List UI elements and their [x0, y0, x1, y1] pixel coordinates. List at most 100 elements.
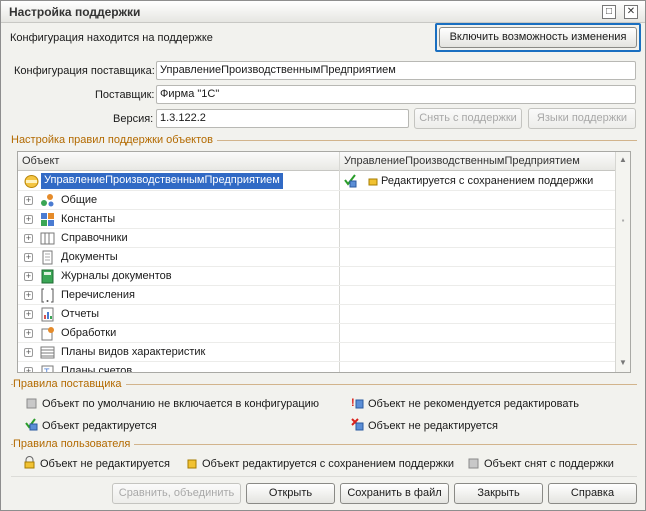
vendor-config-field[interactable]: УправлениеПроизводственнымПредприятием — [156, 61, 636, 80]
maximize-button[interactable]: □ — [602, 5, 616, 19]
compare-merge-button[interactable]: Сравнить, объединить — [112, 483, 241, 504]
legend-text: Объект не рекомендуется редактировать — [368, 398, 580, 410]
remove-support-button[interactable]: Снять с поддержки — [414, 108, 522, 129]
editable-check-icon — [344, 174, 357, 188]
legend-text: Объект редактируется с сохранением подде… — [202, 458, 454, 470]
tree-root-name[interactable]: УправлениеПроизводственнымПредприятием — [41, 173, 283, 189]
open-button[interactable]: Открыть — [246, 483, 335, 504]
tree-row-journals[interactable]: + Журналы документов — [18, 267, 616, 286]
tree-row-documents[interactable]: + Документы — [18, 248, 616, 267]
legend-text: Объект не редактируется — [40, 458, 170, 470]
tree-row-catalogs[interactable]: + Справочники — [18, 229, 616, 248]
legend-text: Объект по умолчанию не включается в конф… — [42, 398, 320, 410]
version-field[interactable]: 1.3.122.2 — [156, 109, 409, 128]
tree-item-label: Константы — [61, 213, 116, 225]
expand-icon[interactable]: + — [24, 272, 33, 281]
expand-icon[interactable]: + — [24, 310, 33, 319]
constants-icon — [41, 213, 54, 226]
tree-row-root[interactable]: УправлениеПроизводственнымПредприятием Р… — [18, 172, 616, 191]
legend-user-editable-support: Объект редактируется с сохранением подде… — [185, 456, 454, 470]
tree-item-label: Перечисления — [61, 289, 135, 301]
tree-header: Объект УправлениеПроизводственнымПредпри… — [18, 152, 616, 171]
expand-icon[interactable]: + — [24, 291, 33, 300]
rules-group-caption: Настройка правил поддержки объектов — [11, 134, 217, 146]
legend-user-not-editable: Объект не редактируется — [23, 456, 170, 470]
tree-item-label: Справочники — [61, 232, 128, 244]
tree-row-chart-types[interactable]: + Планы видов характеристик — [18, 343, 616, 362]
processing-icon — [41, 327, 54, 341]
documents-icon — [42, 250, 53, 265]
support-rules-tree[interactable]: Объект УправлениеПроизводственнымПредпри… — [17, 151, 631, 373]
version-label: Версия: — [113, 113, 154, 125]
legend-not-editable: Объект не редактируется — [351, 418, 498, 432]
save-to-file-button[interactable]: Сохранить в файл — [340, 483, 449, 504]
support-status-text: Конфигурация находится на поддержке — [10, 32, 213, 44]
bottom-divider — [11, 476, 637, 477]
warning-cube-icon: ! — [351, 397, 364, 409]
gray-cube-icon — [468, 458, 479, 469]
reports-icon — [41, 307, 54, 322]
title-bar: Настройка поддержки □ ✕ — [1, 1, 645, 23]
support-lock-icon — [368, 178, 378, 186]
vendor-config-label: Конфигурация поставщика: — [14, 65, 155, 77]
expand-icon[interactable]: + — [24, 253, 33, 262]
tree-vertical-scrollbar[interactable]: ▲ ▪ ▼ — [615, 152, 630, 372]
vendor-label: Поставщик: — [95, 89, 155, 101]
expand-icon[interactable]: + — [24, 329, 33, 338]
tree-row-processing[interactable]: + Обработки — [18, 324, 616, 343]
root-rule-text: Редактируется с сохранением поддержки — [381, 175, 594, 187]
legend-not-recommended: ! Объект не рекомендуется редактировать — [351, 396, 579, 410]
close-button[interactable]: Закрыть — [454, 483, 543, 504]
vendor-rules-caption: Правила поставщика — [13, 378, 126, 390]
tree-item-label: Общие — [61, 194, 98, 206]
catalogs-icon — [40, 232, 55, 245]
common-icon — [41, 194, 54, 207]
close-window-button[interactable]: ✕ — [624, 5, 638, 19]
tree-row-constants[interactable]: + Константы — [18, 210, 616, 229]
scroll-down-icon[interactable]: ▼ — [618, 358, 628, 367]
journals-icon — [41, 269, 54, 284]
user-rules-caption: Правила пользователя — [13, 438, 135, 450]
svg-text:!: ! — [351, 397, 355, 409]
accounts-icon: Т — [41, 365, 54, 373]
enums-icon — [41, 288, 54, 303]
window-title: Настройка поддержки — [9, 5, 141, 19]
expand-icon[interactable]: + — [24, 196, 33, 205]
editable-check-icon — [25, 418, 38, 431]
tree-item-label: Отчеты — [61, 308, 100, 320]
tree-item-label: Планы счетов — [61, 365, 133, 373]
legend-user-removed: Объект снят с поддержки — [467, 456, 614, 470]
not-editable-cross-icon — [351, 418, 364, 431]
support-lock-icon — [187, 459, 197, 469]
scroll-thumb-grip-icon[interactable]: ▪ — [618, 216, 628, 225]
expand-icon[interactable]: + — [24, 367, 33, 372]
lock-icon — [24, 456, 35, 469]
tree-item-label: Планы видов характеристик — [61, 346, 206, 358]
support-settings-window: Настройка поддержки □ ✕ Конфигурация нах… — [0, 0, 646, 511]
legend-not-included: Объект по умолчанию не включается в конф… — [25, 396, 319, 410]
tree-row-enums[interactable]: + Перечисления — [18, 286, 616, 305]
expand-icon[interactable]: + — [24, 215, 33, 224]
gray-cube-icon — [26, 398, 37, 409]
scroll-up-icon[interactable]: ▲ — [618, 155, 628, 164]
svg-text:Т: Т — [44, 367, 50, 373]
config-root-icon — [24, 175, 39, 188]
legend-text: Объект не редактируется — [368, 420, 498, 432]
enable-changes-button[interactable]: Включить возможность изменения — [439, 27, 637, 48]
legend-text: Объект редактируется — [42, 420, 157, 432]
tree-item-label: Документы — [61, 251, 118, 263]
tree-row-accounts[interactable]: + Т Планы счетов — [18, 362, 616, 373]
tree-item-label: Обработки — [61, 327, 117, 339]
tree-row-reports[interactable]: + Отчеты — [18, 305, 616, 324]
legend-editable: Объект редактируется — [25, 418, 157, 432]
column-header-object[interactable]: Объект — [22, 155, 59, 167]
expand-icon[interactable]: + — [24, 348, 33, 357]
chart-types-icon — [40, 346, 55, 359]
expand-icon[interactable]: + — [24, 234, 33, 243]
support-languages-button[interactable]: Языки поддержки — [528, 108, 636, 129]
vendor-field[interactable]: Фирма "1С" — [156, 85, 636, 104]
column-header-vendor[interactable]: УправлениеПроизводственнымПредприятием — [344, 155, 580, 167]
tree-row-common[interactable]: + Общие — [18, 191, 616, 210]
tree-item-label: Журналы документов — [61, 270, 172, 282]
help-button[interactable]: Справка — [548, 483, 637, 504]
